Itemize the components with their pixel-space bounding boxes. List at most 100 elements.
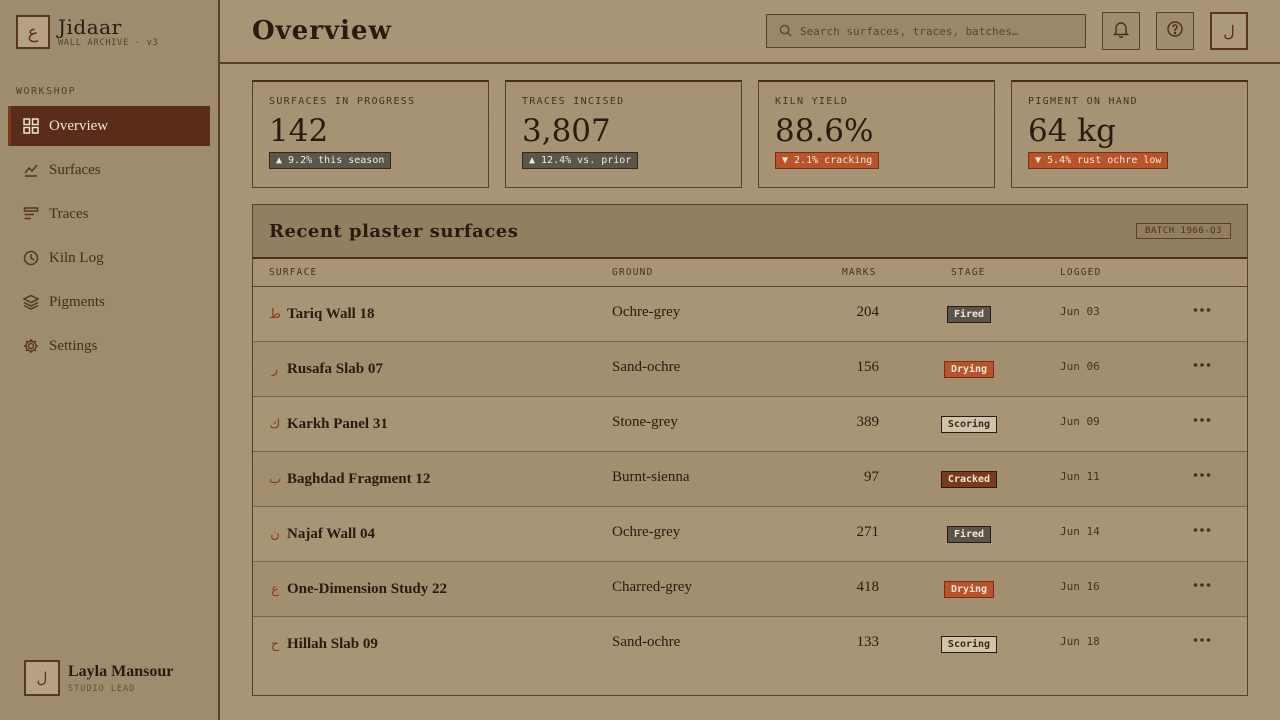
notifications-button[interactable] xyxy=(1102,12,1140,50)
stat-delta-badge: ▼ 5.4% rust ochre low xyxy=(1028,152,1169,169)
row-actions-button[interactable] xyxy=(1193,407,1211,428)
sidebar-item-traces[interactable]: Traces xyxy=(8,194,210,234)
user-name: Layla Mansour xyxy=(68,662,174,680)
cell-marks: 133 xyxy=(856,634,880,650)
column-header-logged[interactable]: LOGGED xyxy=(1060,267,1102,278)
cell-logged: Jun 16 xyxy=(1060,580,1100,593)
table-row[interactable]: ب Baghdad Fragment 12 Burnt-sienna 97 Cracke… xyxy=(253,452,1247,507)
cell-surface: ح Hillah Slab 09 xyxy=(269,636,378,653)
sidebar-item-kiln-log[interactable]: Kiln Log xyxy=(8,238,210,278)
row-actions-button[interactable] xyxy=(1193,297,1211,318)
surface-name[interactable]: Karkh Panel 31 xyxy=(287,416,388,433)
more-horizontal-icon xyxy=(1193,297,1211,318)
stat-delta-badge: ▲ 12.4% vs. prior xyxy=(522,152,639,169)
more-horizontal-icon xyxy=(1193,517,1211,538)
panel-header: Recent plaster surfaces BATCH 1966-Q3 xyxy=(253,205,1247,259)
row-actions-button[interactable] xyxy=(1193,627,1211,648)
row-actions-button[interactable] xyxy=(1193,517,1211,538)
sidebar-item-label: Kiln Log xyxy=(49,249,104,266)
stage-badge: Fired xyxy=(946,306,992,323)
grid-icon xyxy=(22,117,40,135)
more-horizontal-icon xyxy=(1193,462,1211,483)
stat-delta-badge: ▲ 9.2% this season xyxy=(269,152,392,169)
sidebar-item-label: Surfaces xyxy=(49,161,101,178)
cell-logged: Jun 09 xyxy=(1060,415,1100,428)
user-avatar-button[interactable]: ل xyxy=(1210,12,1248,50)
sidebar-item-label: Traces xyxy=(49,205,89,222)
surface-name[interactable]: Tariq Wall 18 xyxy=(287,306,375,323)
sidebar-item-settings[interactable]: Settings xyxy=(8,326,210,366)
help-button[interactable] xyxy=(1156,12,1194,50)
cell-surface: ن Najaf Wall 04 xyxy=(269,526,375,543)
sidebar-item-overview[interactable]: Overview xyxy=(8,106,210,146)
table-row[interactable]: ع One-Dimension Study 22 Charred-grey 418 Dr… xyxy=(253,562,1247,617)
stat-delta-badge: ▼ 2.1% cracking xyxy=(775,152,880,169)
gear-icon xyxy=(22,337,40,355)
more-horizontal-icon xyxy=(1193,407,1211,428)
sidebar: ع Jidaar WALL ARCHIVE · v3 WORKSHOP Over… xyxy=(0,0,220,720)
sidebar-item-pigments[interactable]: Pigments xyxy=(8,282,210,322)
user-profile[interactable]: ل Layla Mansour STUDIO LEAD xyxy=(24,660,173,696)
search-box[interactable] xyxy=(766,14,1086,48)
column-header-surface[interactable]: SURFACE xyxy=(269,267,317,278)
cell-marks: 271 xyxy=(856,524,880,540)
panel-title: Recent plaster surfaces xyxy=(269,221,519,242)
table-row[interactable]: ك Karkh Panel 31 Stone-grey 389 Scoring Jun 0… xyxy=(253,397,1247,452)
column-header-marks[interactable]: MARKS xyxy=(842,267,877,278)
more-horizontal-icon xyxy=(1193,352,1211,373)
cell-surface: ر Rusafa Slab 07 xyxy=(269,361,383,378)
table-row[interactable]: ن Najaf Wall 04 Ochre-grey 271 Fired Jun 14 xyxy=(253,507,1247,562)
row-actions-button[interactable] xyxy=(1193,352,1211,373)
help-icon xyxy=(1166,20,1184,42)
column-header-ground[interactable]: GROUND xyxy=(612,267,654,278)
bell-icon xyxy=(1112,20,1130,42)
page-title: Overview xyxy=(252,16,392,46)
cell-surface: ع One-Dimension Study 22 xyxy=(269,581,447,598)
cell-logged: Jun 11 xyxy=(1060,470,1100,483)
clock-icon xyxy=(22,249,40,267)
cell-surface: ط Tariq Wall 18 xyxy=(269,306,375,323)
stat-value: 88.6% xyxy=(775,113,874,149)
sidebar-item-label: Pigments xyxy=(49,293,105,310)
surface-name[interactable]: Najaf Wall 04 xyxy=(287,526,375,543)
stage-badge: Cracked xyxy=(940,471,998,488)
surface-glyph: ط xyxy=(269,307,282,322)
cell-ground: Sand-ochre xyxy=(612,359,681,375)
row-actions-button[interactable] xyxy=(1193,462,1211,483)
column-header-stage[interactable]: STAGE xyxy=(951,267,986,278)
brand-logo[interactable]: ع xyxy=(16,15,50,49)
cell-ground: Sand-ochre xyxy=(612,634,681,650)
table-row[interactable]: ح Hillah Slab 09 Sand-ochre 133 Scoring Jun 1… xyxy=(253,617,1247,672)
nav-section-label: WORKSHOP xyxy=(16,86,77,97)
stat-card-surfaces: SURFACES IN PROGRESS 142 ▲ 9.2% this sea… xyxy=(252,80,489,188)
surface-name[interactable]: One-Dimension Study 22 xyxy=(287,581,447,598)
table-row[interactable]: ر Rusafa Slab 07 Sand-ochre 156 Drying Jun 06 xyxy=(253,342,1247,397)
sidebar-item-surfaces[interactable]: Surfaces xyxy=(8,150,210,190)
more-horizontal-icon xyxy=(1193,627,1211,648)
search-icon xyxy=(779,22,792,41)
batch-tag[interactable]: BATCH 1966-Q3 xyxy=(1136,223,1231,239)
cell-logged: Jun 14 xyxy=(1060,525,1100,538)
row-actions-button[interactable] xyxy=(1193,572,1211,593)
surface-glyph: ن xyxy=(270,527,280,542)
stat-label: KILN YIELD xyxy=(775,96,849,107)
stack-icon xyxy=(22,293,40,311)
stat-value: 142 xyxy=(269,113,329,149)
stat-label: SURFACES IN PROGRESS xyxy=(269,96,416,107)
stage-badge: Drying xyxy=(943,361,995,378)
cell-surface: ب Baghdad Fragment 12 xyxy=(269,471,430,488)
user-meta: Layla Mansour STUDIO LEAD xyxy=(68,663,173,694)
stat-value: 64 kg xyxy=(1028,113,1116,149)
surface-name[interactable]: Baghdad Fragment 12 xyxy=(287,471,430,488)
surface-name[interactable]: Rusafa Slab 07 xyxy=(287,361,383,378)
brand-subtitle: WALL ARCHIVE · v3 xyxy=(58,38,159,48)
stat-card-traces: TRACES INCISED 3,807 ▲ 12.4% vs. prior xyxy=(505,80,742,188)
layers-list-icon xyxy=(22,205,40,223)
sidebar-item-label: Overview xyxy=(49,117,109,134)
brand: Jidaar WALL ARCHIVE · v3 xyxy=(58,17,159,48)
table-row[interactable]: ط Tariq Wall 18 Ochre-grey 204 Fired Jun 03 xyxy=(253,287,1247,342)
search-input[interactable] xyxy=(800,24,1070,38)
sidebar-item-label: Settings xyxy=(49,337,98,354)
cell-logged: Jun 06 xyxy=(1060,360,1100,373)
surface-name[interactable]: Hillah Slab 09 xyxy=(287,636,378,653)
